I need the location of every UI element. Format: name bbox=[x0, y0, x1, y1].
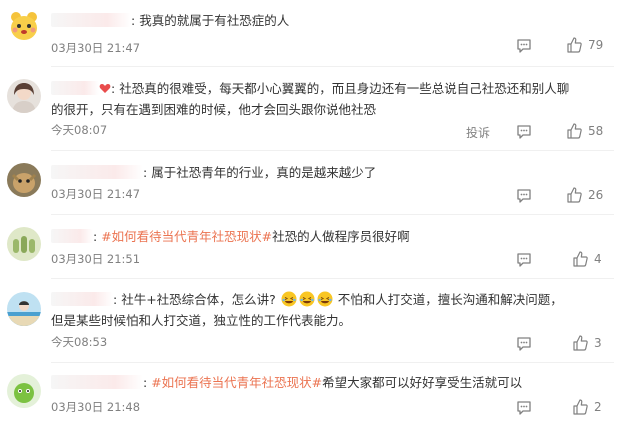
avatar[interactable] bbox=[7, 227, 41, 261]
comment-text: : #如何看待当代青年社恐现状#希望大家都可以好好享受生活就可以 bbox=[51, 372, 571, 393]
heart-emoji-icon bbox=[99, 84, 111, 93]
username[interactable] bbox=[51, 292, 113, 306]
like-count: 26 bbox=[588, 188, 604, 202]
avatar[interactable] bbox=[7, 374, 41, 408]
comment-content: 社恐的人做程序员很好啊 bbox=[272, 229, 410, 244]
comment-icon bbox=[516, 38, 532, 54]
comment-text: : #如何看待当代青年社恐现状#社恐的人做程序员很好啊 bbox=[51, 226, 571, 247]
timestamp: 今天08:53 bbox=[51, 335, 108, 349]
avatar[interactable] bbox=[7, 292, 41, 326]
comment-button[interactable] bbox=[516, 188, 532, 204]
username[interactable] bbox=[51, 165, 143, 179]
like-count: 4 bbox=[594, 252, 602, 266]
divider bbox=[51, 214, 614, 215]
comment-button[interactable] bbox=[516, 124, 532, 140]
timestamp: 今天08:07 bbox=[51, 123, 108, 137]
comment-icon bbox=[516, 124, 532, 140]
comment-icon bbox=[516, 252, 532, 268]
thumbs-up-icon bbox=[572, 399, 588, 415]
laughing-emoji-icon bbox=[281, 291, 297, 307]
timestamp: 03月30日 21:48 bbox=[51, 400, 141, 414]
report-button[interactable]: 投诉 bbox=[466, 124, 490, 141]
username[interactable] bbox=[51, 81, 99, 95]
avatar[interactable] bbox=[7, 8, 41, 42]
comment-feed: : 我真的就属于有社恐症的人 03月30日 21:47 79 : 社恐真的很难受… bbox=[0, 0, 620, 435]
like-button[interactable]: 26 bbox=[566, 187, 603, 203]
comment-icon bbox=[516, 188, 532, 204]
hashtag-link[interactable]: #如何看待当代青年社恐现状# bbox=[101, 229, 272, 244]
like-button[interactable]: 79 bbox=[566, 37, 603, 53]
comment-content: 我真的就属于有社恐症的人 bbox=[139, 13, 290, 28]
laughing-emoji-icon bbox=[317, 291, 333, 307]
separator: : bbox=[113, 292, 118, 307]
divider bbox=[51, 150, 614, 151]
comment-content: 社牛+社恐综合体，怎么讲? bbox=[121, 292, 276, 307]
comment-text: : 社牛+社恐综合体，怎么讲? 不怕和人打交道，擅长沟通和解决问题，但是某些时候… bbox=[51, 289, 571, 331]
divider bbox=[51, 362, 614, 363]
comment-content: 希望大家都可以好好享受生活就可以 bbox=[322, 375, 523, 390]
separator: : bbox=[143, 375, 148, 390]
comment-button[interactable] bbox=[516, 336, 532, 352]
username[interactable] bbox=[51, 375, 143, 389]
separator: : bbox=[111, 81, 116, 96]
laughing-emoji-icon bbox=[299, 291, 315, 307]
comment-icon bbox=[516, 400, 532, 416]
divider bbox=[51, 278, 614, 279]
username[interactable] bbox=[51, 13, 131, 27]
like-button[interactable]: 58 bbox=[566, 123, 603, 139]
comment-content: 属于社恐青年的行业，真的是越来越少了 bbox=[151, 165, 377, 180]
separator: : bbox=[93, 229, 98, 244]
avatar[interactable] bbox=[7, 79, 41, 113]
thumbs-up-icon bbox=[572, 251, 588, 267]
comment-icon bbox=[516, 336, 532, 352]
like-count: 79 bbox=[588, 38, 604, 52]
like-count: 58 bbox=[588, 124, 604, 138]
comment-button[interactable] bbox=[516, 252, 532, 268]
thumbs-up-icon bbox=[566, 187, 582, 203]
report-label: 投诉 bbox=[466, 126, 491, 140]
comment-text: : 社恐真的很难受，每天都小心翼翼的，而且身边还有一些总说自己社恐还和别人聊的很… bbox=[51, 78, 571, 120]
comment-content: 社恐真的很难受，每天都小心翼翼的，而且身边还有一些总说自己社恐还和别人聊的很开，… bbox=[51, 81, 570, 117]
comment-button[interactable] bbox=[516, 400, 532, 416]
like-button[interactable]: 3 bbox=[572, 335, 602, 351]
separator: : bbox=[143, 165, 148, 180]
thumbs-up-icon bbox=[566, 37, 582, 53]
hashtag-link[interactable]: #如何看待当代青年社恐现状# bbox=[151, 375, 322, 390]
divider bbox=[51, 66, 614, 67]
like-button[interactable]: 2 bbox=[572, 399, 602, 415]
like-count: 3 bbox=[594, 336, 602, 350]
comment-text: : 我真的就属于有社恐症的人 bbox=[51, 10, 571, 31]
comment-text: : 属于社恐青年的行业，真的是越来越少了 bbox=[51, 162, 571, 183]
comment-button[interactable] bbox=[516, 38, 532, 54]
thumbs-up-icon bbox=[566, 123, 582, 139]
like-button[interactable]: 4 bbox=[572, 251, 602, 267]
like-count: 2 bbox=[594, 400, 602, 414]
timestamp: 03月30日 21:51 bbox=[51, 252, 141, 266]
username[interactable] bbox=[51, 229, 93, 243]
timestamp: 03月30日 21:47 bbox=[51, 187, 141, 201]
timestamp: 03月30日 21:47 bbox=[51, 41, 141, 55]
avatar[interactable] bbox=[7, 163, 41, 197]
thumbs-up-icon bbox=[572, 335, 588, 351]
separator: : bbox=[131, 13, 136, 28]
